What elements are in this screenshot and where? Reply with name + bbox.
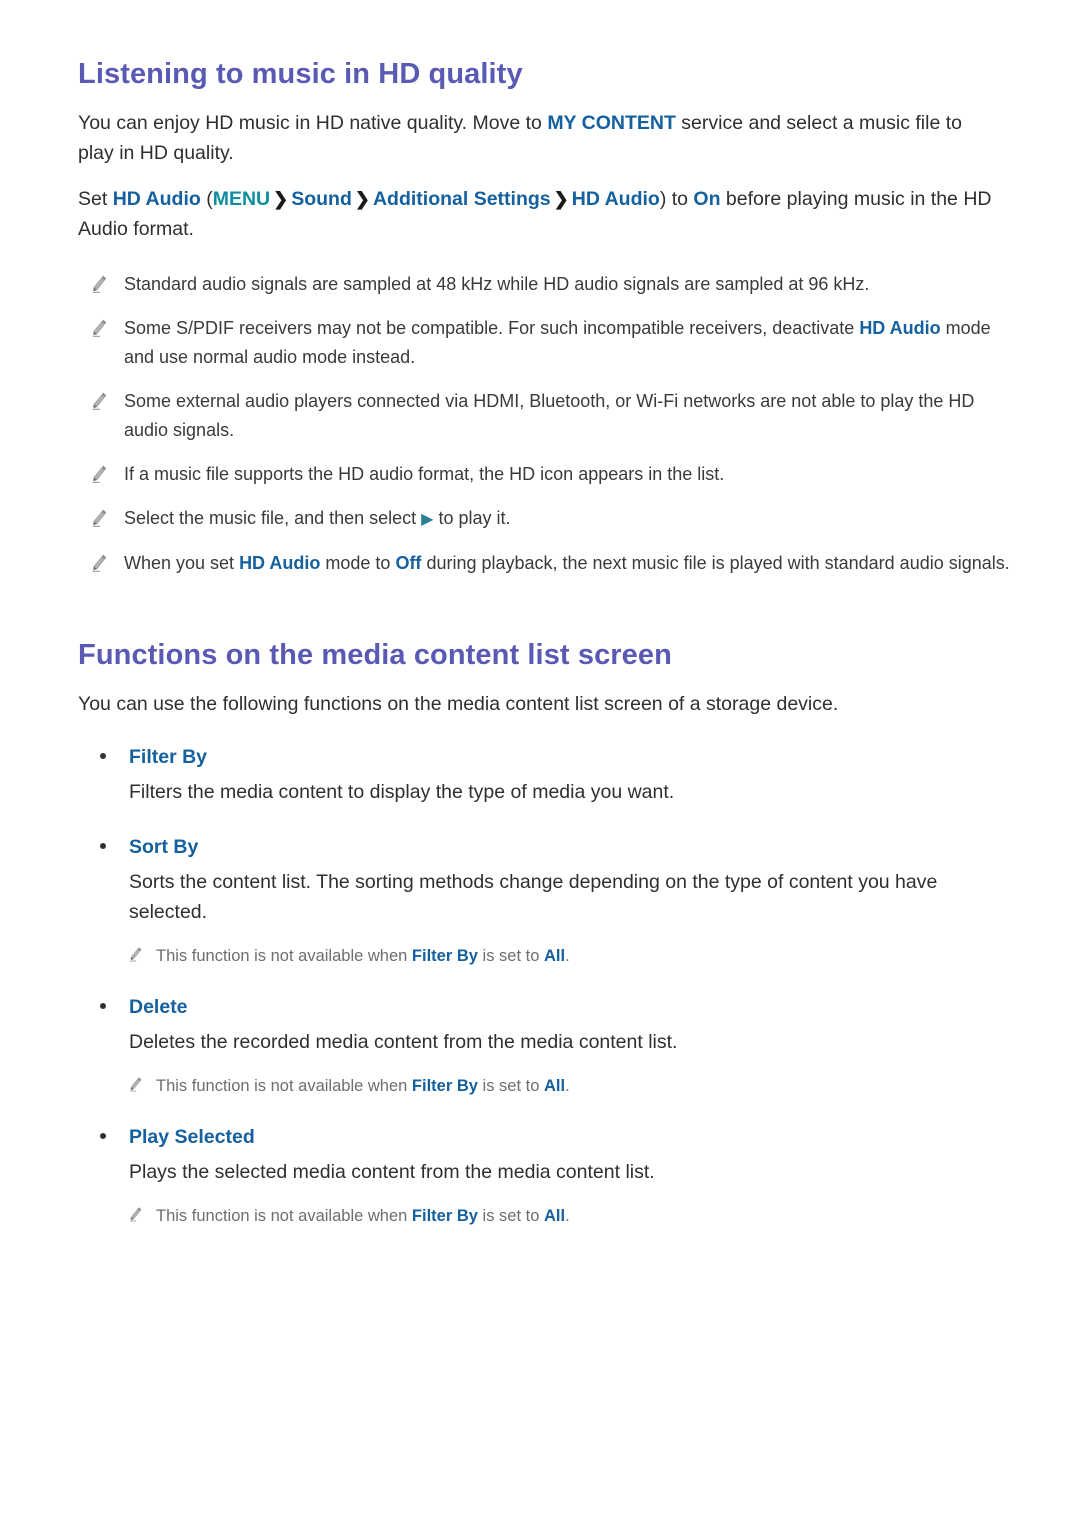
keyword-additional-settings: Additional Settings <box>372 188 551 210</box>
chevron-right-icon: ❯ <box>553 189 569 209</box>
chevron-right-icon: ❯ <box>354 189 370 209</box>
bullet-dot-icon <box>100 843 106 849</box>
subnote-part2: is set to <box>477 1207 544 1225</box>
note-text: Select the music file, and then select ▶… <box>124 504 511 534</box>
section2-intro-paragraph: You can use the following functions on t… <box>78 693 839 715</box>
subnote-play-selected: This function is not available when Filt… <box>78 1203 1020 1229</box>
keyword-off: Off <box>395 553 422 573</box>
pencil-icon <box>90 508 107 530</box>
setting-text-part1: Set <box>78 188 113 210</box>
note-text: Some S/PDIF receivers may not be compati… <box>124 314 1020 372</box>
pencil-icon <box>90 391 107 413</box>
list-item-label: Play Selected <box>129 1126 255 1148</box>
pencil-icon <box>90 553 107 575</box>
note-external-players: Some external audio players connected vi… <box>78 387 1020 445</box>
list-item-label: Delete <box>129 996 188 1018</box>
keyword-sound: Sound <box>291 188 352 210</box>
list-item-description: Deletes the recorded media content from … <box>129 1031 678 1053</box>
subnote-text: This function is not available when Filt… <box>156 1203 570 1229</box>
manual-page: Listening to music in HD quality You can… <box>0 0 1080 1527</box>
keyword-menu: MENU <box>212 188 271 210</box>
list-item-delete[interactable]: Delete <box>78 993 1020 1021</box>
subnote-part1: This function is not available when <box>156 947 412 965</box>
setting-paragraph: Set HD Audio (MENU ❯ Sound ❯ Additional Sett… <box>78 184 1003 244</box>
note-text-part1: Some S/PDIF receivers may not be compati… <box>124 318 860 338</box>
page-title: Listening to music in HD quality <box>78 58 523 90</box>
keyword-hd-audio: HD Audio <box>239 553 321 573</box>
subnote-part1: This function is not available when <box>156 1207 412 1225</box>
pencil-icon <box>90 464 107 486</box>
note-sample-rate: Standard audio signals are sampled at 48… <box>78 270 1020 299</box>
note-text-part2: mode to <box>320 553 396 573</box>
subnote-part3: . <box>565 947 570 965</box>
keyword-hd-audio: HD Audio <box>112 188 201 210</box>
intro-paragraph: You can enjoy HD music in HD native qual… <box>78 108 1003 168</box>
subnote-part3: . <box>565 1077 570 1095</box>
list-item-play-selected[interactable]: Play Selected <box>78 1123 1020 1151</box>
note-text: If a music file supports the HD audio fo… <box>124 464 725 484</box>
bullet-dot-icon <box>100 1133 106 1139</box>
note-text: Some external audio players connected vi… <box>124 391 975 440</box>
pencil-icon <box>128 946 142 964</box>
subnote-part2: is set to <box>477 947 544 965</box>
keyword-all: All <box>543 1207 566 1225</box>
pencil-icon <box>90 318 107 340</box>
bullet-dot-icon <box>100 753 106 759</box>
note-text-part1: When you set <box>124 553 240 573</box>
keyword-on: On <box>693 188 721 210</box>
pencil-icon <box>128 1206 142 1224</box>
list-item-label: Filter By <box>129 746 208 768</box>
subnote-text: This function is not available when Filt… <box>156 1073 570 1099</box>
chevron-right-icon: ❯ <box>273 189 289 209</box>
pencil-icon <box>90 274 107 296</box>
list-item-description: Sorts the content list. The sorting meth… <box>129 871 938 923</box>
note-text-part1: Select the music file, and then select <box>124 508 422 528</box>
keyword-filter-by: Filter By <box>411 947 478 965</box>
setting-text-part3: ) to <box>659 188 694 210</box>
note-text: When you set HD Audio mode to Off during… <box>124 549 1010 578</box>
subnote-part2: is set to <box>477 1077 544 1095</box>
note-select-play: Select the music file, and then select ▶… <box>78 504 1020 534</box>
keyword-all: All <box>543 947 566 965</box>
subnote-sort-by: This function is not available when Filt… <box>78 943 1020 969</box>
note-text-part2: to play it. <box>433 508 511 528</box>
section-title: Functions on the media content list scre… <box>78 639 672 671</box>
intro-text-part1: You can enjoy HD music in HD native qual… <box>78 112 548 134</box>
subnote-delete: This function is not available when Filt… <box>78 1073 1020 1099</box>
list-item-description: Plays the selected media content from th… <box>129 1161 655 1183</box>
keyword-hd-audio: HD Audio <box>859 318 941 338</box>
play-triangle-icon: ▶ <box>421 511 434 528</box>
note-text-part3: during playback, the next music file is … <box>421 553 1010 573</box>
note-text: Standard audio signals are sampled at 48… <box>124 274 870 294</box>
keyword-filter-by: Filter By <box>411 1077 478 1095</box>
note-hd-icon: If a music file supports the HD audio fo… <box>78 460 1020 489</box>
subnote-text: This function is not available when Filt… <box>156 943 570 969</box>
bullet-dot-icon <box>100 1003 106 1009</box>
section-listening-to-music: Listening to music in HD quality You can… <box>78 56 1020 578</box>
setting-open-paren: ( <box>200 188 213 210</box>
keyword-filter-by: Filter By <box>411 1207 478 1225</box>
keyword-hd-audio-2: HD Audio <box>571 188 660 210</box>
section-media-content-functions: Functions on the media content list scre… <box>78 637 1020 1229</box>
keyword-my-content: MY CONTENT <box>547 112 676 134</box>
pencil-icon <box>128 1076 142 1094</box>
subnote-part3: . <box>565 1207 570 1225</box>
list-item-sort-by[interactable]: Sort By <box>78 833 1020 861</box>
subnote-part1: This function is not available when <box>156 1077 412 1095</box>
keyword-all: All <box>543 1077 566 1095</box>
list-item-label: Sort By <box>129 836 199 858</box>
list-item-filter-by[interactable]: Filter By <box>78 743 1020 771</box>
note-spdif: Some S/PDIF receivers may not be compati… <box>78 314 1020 372</box>
list-item-description: Filters the media content to display the… <box>129 781 675 803</box>
note-hd-audio-off: When you set HD Audio mode to Off during… <box>78 549 1020 578</box>
